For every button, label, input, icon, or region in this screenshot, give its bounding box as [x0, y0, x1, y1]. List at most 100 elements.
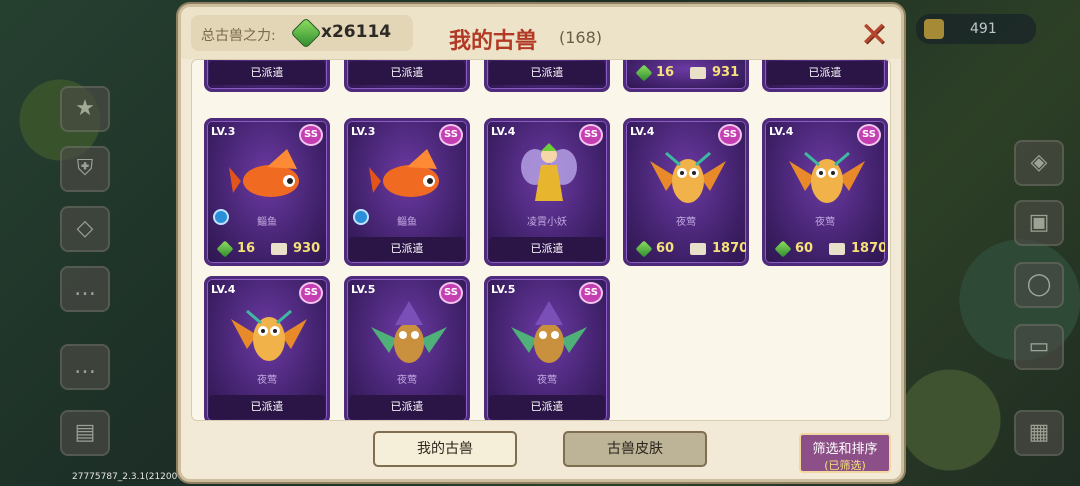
beast-food: 1870	[851, 241, 888, 256]
beast-name: 鲻鱼	[257, 217, 277, 228]
beast-card[interactable]: LV.4 SS 凌霄小妖 已派遣	[484, 118, 610, 266]
beast-card[interactable]: LV.4 SS 夜莺 已派遣	[204, 276, 330, 420]
beast-food: 1870	[712, 241, 749, 256]
fairy-creature-icon	[521, 143, 577, 201]
beast-name: 夜莺	[397, 375, 417, 386]
beast-card[interactable]: 已派遣	[344, 60, 470, 92]
food-icon	[690, 67, 706, 79]
food-icon	[271, 243, 287, 255]
owl-wizard-creature-icon	[511, 301, 587, 363]
beast-stats: 16 930	[209, 237, 325, 261]
total-power-value: x26114	[321, 22, 392, 42]
beast-card[interactable]: LV.3 SS 鲻鱼 已派遣	[344, 118, 470, 266]
dispatched-label: 已派遣	[209, 395, 325, 419]
filter-sort-label: 筛选和排序	[812, 442, 878, 457]
beast-name: 夜莺	[676, 217, 696, 228]
side-gift-button[interactable]: ▣	[1014, 200, 1064, 246]
filter-status-label: (已筛选)	[824, 459, 866, 472]
beast-name: 夜莺	[257, 375, 277, 386]
beast-food: 931	[712, 65, 740, 80]
dispatched-label: 已派遣	[489, 237, 605, 261]
beast-collection-panel: 总古兽之力: x26114 我的古兽 (168) ✕ 已派遣 已派遣 已派遣 1…	[178, 4, 904, 482]
fish-creature-icon	[369, 149, 439, 197]
side-card-button[interactable]: ◇	[60, 206, 110, 252]
helmet-icon: ⛨	[76, 156, 94, 181]
more-icon: …	[74, 354, 96, 379]
my-beasts-tab[interactable]: 我的古兽	[373, 431, 517, 467]
dispatched-label: 已派遣	[349, 61, 465, 85]
beast-card[interactable]: 已派遣	[762, 60, 888, 92]
beast-level: LV.5	[351, 283, 376, 296]
beast-food: 930	[293, 241, 321, 256]
beast-level: LV.3	[211, 125, 236, 138]
resource-counter: 491	[916, 14, 1036, 44]
dispatched-label: 已派遣	[209, 61, 325, 85]
power-gem-icon	[774, 240, 792, 258]
filter-sort-button[interactable]: 筛选和排序 (已筛选)	[799, 433, 891, 473]
treasure-icon: ▦	[1028, 420, 1050, 445]
map-icon: ▤	[74, 420, 96, 445]
fish-creature-icon	[229, 149, 299, 197]
beast-card[interactable]: LV.3 SS 鲻鱼 16 930	[204, 118, 330, 266]
owl-creature-icon	[650, 151, 726, 203]
food-icon	[829, 243, 845, 255]
chest-icon: ▭	[1028, 334, 1050, 359]
close-icon: ✕	[859, 15, 889, 55]
beast-grid[interactable]: 已派遣 已派遣 已派遣 16 931 已派遣 LV.3 SS 鲻鱼 16 930…	[191, 59, 891, 421]
total-power-label: 总古兽之力:	[201, 28, 276, 44]
dispatched-label: 已派遣	[489, 395, 605, 419]
side-chest-button[interactable]: ▭	[1014, 324, 1064, 370]
power-gem-icon	[216, 240, 234, 258]
side-more-button[interactable]: …	[60, 344, 110, 390]
card-icon: ◇	[76, 216, 94, 241]
panel-header	[181, 7, 901, 59]
dispatched-label: 已派遣	[349, 237, 465, 261]
beast-name: 夜莺	[537, 375, 557, 386]
beast-card[interactable]: 16 931	[623, 60, 749, 92]
side-map-button[interactable]: ▤	[60, 410, 110, 456]
beast-level: LV.5	[491, 283, 516, 296]
side-banner-button[interactable]: ◈	[1014, 140, 1064, 186]
coin-icon	[924, 19, 944, 39]
star-icon: ★	[75, 96, 95, 121]
gift-icon: ▣	[1028, 210, 1050, 235]
page-title: 我的古兽	[449, 29, 538, 54]
power-gem-icon	[635, 240, 653, 258]
side-chat-button[interactable]: …	[60, 266, 110, 312]
beast-level: LV.4	[211, 283, 236, 296]
side-knight-button[interactable]: ⛨	[60, 146, 110, 192]
beast-power: 16	[656, 65, 675, 80]
beast-skins-tab[interactable]: 古兽皮肤	[563, 431, 707, 467]
beast-level: LV.4	[769, 125, 794, 138]
dispatched-label: 已派遣	[767, 61, 883, 85]
close-button[interactable]: ✕	[857, 18, 891, 53]
beast-power: 16	[237, 241, 256, 256]
beast-power: 60	[656, 241, 675, 256]
banner-icon: ◈	[1030, 150, 1048, 175]
power-gem-icon	[635, 64, 653, 82]
beast-stats: 60 1870	[628, 237, 746, 261]
beast-power: 60	[795, 241, 814, 256]
beast-card[interactable]: 已派遣	[204, 60, 330, 92]
owl-creature-icon	[789, 151, 865, 203]
dispatched-label: 已派遣	[489, 61, 605, 85]
beast-card[interactable]: LV.4 SS 夜莺 60 1870	[762, 118, 888, 266]
food-icon	[690, 243, 706, 255]
side-star-button[interactable]: ★	[60, 86, 110, 132]
beast-card[interactable]: LV.5 SS 夜莺 已派遣	[344, 276, 470, 420]
beast-name: 夜莺	[815, 217, 835, 228]
egg-icon: ◯	[1026, 272, 1052, 297]
dispatched-label: 已派遣	[349, 395, 465, 419]
beast-card[interactable]: LV.4 SS 夜莺 60 1870	[623, 118, 749, 266]
side-egg-button[interactable]: ◯	[1014, 262, 1064, 308]
beast-card[interactable]: LV.5 SS 夜莺 已派遣	[484, 276, 610, 420]
side-treasure-button[interactable]: ▦	[1014, 410, 1064, 456]
beast-stats: 16 931	[628, 61, 744, 85]
owl-creature-icon	[231, 309, 307, 361]
beast-level: LV.3	[351, 125, 376, 138]
chat-icon: …	[74, 276, 96, 301]
beast-name: 凌霄小妖	[527, 217, 567, 228]
beast-level: LV.4	[491, 125, 516, 138]
beast-level: LV.4	[630, 125, 655, 138]
beast-card[interactable]: 已派遣	[484, 60, 610, 92]
